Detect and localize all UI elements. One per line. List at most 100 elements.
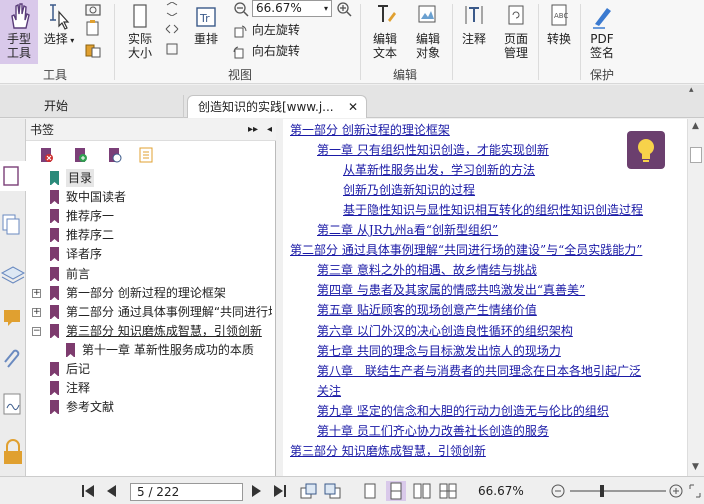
bookmark-item[interactable]: 第十一章 革新性服务成功的本质 <box>82 341 254 359</box>
edit-text-icon <box>378 5 396 22</box>
zoom-out-status-icon[interactable] <box>550 483 566 502</box>
bookmark-expander[interactable]: + <box>32 307 41 317</box>
zoom-input[interactable]: 66.67% ▾ <box>252 0 332 17</box>
find-bookmark-icon[interactable] <box>106 147 122 163</box>
edit-object-button[interactable]: 编辑 对象 <box>408 0 448 64</box>
bookmark-panel: 书签 ▸▸ ◂ 目录 致中国读者 推荐序一 推荐序二 译者序 前言 + 第一部分 创新过程的理… <box>26 119 276 476</box>
zoom-value-status[interactable]: 66.67% <box>478 484 524 498</box>
bookmark-item-label: 译者序 <box>66 247 103 262</box>
tab-start[interactable]: 开始 <box>34 95 184 118</box>
comment-icon[interactable] <box>0 304 26 330</box>
cover-view-icon[interactable] <box>438 482 458 503</box>
paste-icon[interactable] <box>84 42 102 58</box>
edit-text-button[interactable]: 编辑 文本 <box>366 0 404 64</box>
bookmark-item[interactable]: 推荐序二 <box>66 226 114 244</box>
toc-link[interactable]: 第十章 员工们齐心协力改善社长创造的服务 <box>317 422 549 440</box>
toc-link[interactable]: 第八章 联结生产者与消费者的共同理念在日本各地引起广泛 <box>317 362 641 380</box>
page-thumbnail-icon[interactable] <box>0 161 26 191</box>
next-page-icon[interactable] <box>250 484 264 501</box>
collapse-ribbon-icon[interactable]: ▴ <box>689 85 701 95</box>
fullscreen-icon[interactable] <box>688 483 702 502</box>
lock-icon[interactable] <box>0 437 26 467</box>
zoom-slider[interactable] <box>570 485 666 497</box>
toc-link[interactable]: 第二部分 通过具体事例理解“共同进行场的建设”与“全员实践能力” <box>290 241 642 259</box>
facing-view-icon[interactable] <box>412 482 432 503</box>
next-view-icon[interactable] <box>324 483 342 502</box>
fit-visible-icon[interactable] <box>164 42 180 56</box>
reflow-button[interactable]: Tr 重排 <box>188 0 224 64</box>
page-number-input[interactable]: 5 / 222 <box>130 483 243 501</box>
page-manage-button[interactable]: 页面 管理 <box>496 0 536 64</box>
bookmark-item[interactable]: 第一部分 创新过程的理论框架 <box>66 284 226 302</box>
previous-view-icon[interactable] <box>300 483 318 502</box>
toc-link[interactable]: 第一部分 创新过程的理论框架 <box>290 121 450 139</box>
signature-panel-icon[interactable] <box>0 391 26 417</box>
bookmark-item[interactable]: 参考文献 <box>66 398 114 416</box>
pdf-sign-button[interactable]: PDF 签名 <box>584 0 620 64</box>
bookmark-item[interactable]: 第二部分 通过具体事例理解“共同进行均 <box>66 303 272 321</box>
delete-bookmark-icon[interactable] <box>38 147 54 163</box>
toc-link[interactable]: 第六章 以门外汉的决心创造良性循环的组织架构 <box>317 322 573 340</box>
group-label-tools: 工具 <box>42 68 67 82</box>
bookmark-item[interactable]: 前言 <box>66 265 90 283</box>
scroll-up-icon[interactable]: ▲ <box>692 121 699 131</box>
toc-link[interactable]: 第五章 贴近顾客的现场创意产生情绪价值 <box>317 301 537 319</box>
separator <box>360 4 361 80</box>
scroll-thumb[interactable] <box>690 147 702 163</box>
panel-options-icon[interactable]: ▸▸ <box>248 119 258 141</box>
bookmark-item[interactable]: 注释 <box>66 379 90 397</box>
annotate-button[interactable]: 注释 <box>456 0 492 64</box>
bookmark-item[interactable]: 推荐序一 <box>66 207 114 225</box>
zoom-slider-thumb[interactable] <box>600 485 604 497</box>
toc-link[interactable]: 创新乃创造新知识的过程 <box>343 181 475 199</box>
tip-bulb-button[interactable] <box>627 131 665 169</box>
toc-link[interactable]: 第三章 意料之外的相遇、故乡情结与挑战 <box>317 261 537 279</box>
toc-link[interactable]: 基于隐性知识与显性知识相互转化的组织性知识创造过程 <box>343 201 643 219</box>
bookmark-flag-icon <box>50 381 59 396</box>
bookmark-expander[interactable]: − <box>32 326 41 336</box>
actual-size-button[interactable]: 实际 大小 <box>122 0 158 64</box>
rotate-right-button[interactable]: 向右旋转 <box>232 42 300 60</box>
attachment-icon[interactable] <box>0 347 26 373</box>
toc-link[interactable]: 第七章 共同的理念与目标激发出惊人的现场力 <box>317 342 561 360</box>
hand-icon <box>11 3 30 29</box>
bookmark-item[interactable]: 致中国读者 <box>66 188 126 206</box>
add-bookmark-icon[interactable] <box>72 147 88 163</box>
fit-width-icon[interactable] <box>164 22 180 36</box>
snapshot-icon[interactable] <box>84 2 102 16</box>
toc-link[interactable]: 第三部分 知识磨炼成智慧，引领创新 <box>290 442 486 460</box>
tab-document[interactable]: 创造知识的实践[www.j... ✕ <box>187 95 367 118</box>
toc-link[interactable]: 第一章 只有组织性知识创造，才能实现创新 <box>317 141 549 159</box>
zoom-out-icon[interactable] <box>233 1 249 17</box>
select-tool-button[interactable]: 选择 ▾ <box>42 0 76 64</box>
bookmark-expander[interactable]: + <box>32 288 41 298</box>
toc-link[interactable]: 第二章 从JR九州a看“创新型组织” <box>317 221 498 239</box>
collapse-panel-icon[interactable]: ◂ <box>267 119 272 141</box>
toc-link[interactable]: 关注 <box>317 382 341 400</box>
toc-link[interactable]: 从革新性服务出发，学习创新的方法 <box>343 161 535 179</box>
bookmark-item[interactable]: 目录 <box>66 169 95 187</box>
toc-link[interactable]: 第四章 与患者及其家属的情感共鸣激发出“真善美” <box>317 281 585 299</box>
toc-link[interactable]: 第九章 坚定的信念和大胆的行动力创造无与伦比的组织 <box>317 402 609 420</box>
layers-copy-icon[interactable] <box>0 212 26 238</box>
continuous-view-icon[interactable] <box>386 481 406 501</box>
clipboard-icon[interactable] <box>84 20 102 36</box>
vertical-scrollbar[interactable]: ▲ ▼ <box>687 119 704 476</box>
prev-page-icon[interactable] <box>104 484 118 501</box>
zoom-in-status-icon[interactable] <box>668 483 684 502</box>
rotate-left-button[interactable]: 向左旋转 <box>232 21 300 39</box>
bookmark-item[interactable]: 译者序 <box>66 245 102 263</box>
hand-tool-button[interactable]: 手型 工具 <box>0 0 38 64</box>
bookmark-item[interactable]: 第三部分 知识磨炼成智慧，引领创新 <box>66 322 262 340</box>
bookmark-list-icon[interactable] <box>138 147 154 163</box>
bookmark-item[interactable]: 后记 <box>66 360 90 378</box>
first-page-icon[interactable] <box>80 484 96 501</box>
close-tab-icon[interactable]: ✕ <box>348 96 358 118</box>
convert-button[interactable]: ABC 转换 <box>542 0 576 64</box>
zoom-in-icon[interactable] <box>336 1 352 17</box>
fit-page-icon[interactable] <box>164 1 180 17</box>
last-page-icon[interactable] <box>272 484 288 501</box>
scroll-down-icon[interactable]: ▼ <box>692 462 699 472</box>
single-page-view-icon[interactable] <box>362 482 378 503</box>
layers-icon[interactable] <box>0 259 26 285</box>
